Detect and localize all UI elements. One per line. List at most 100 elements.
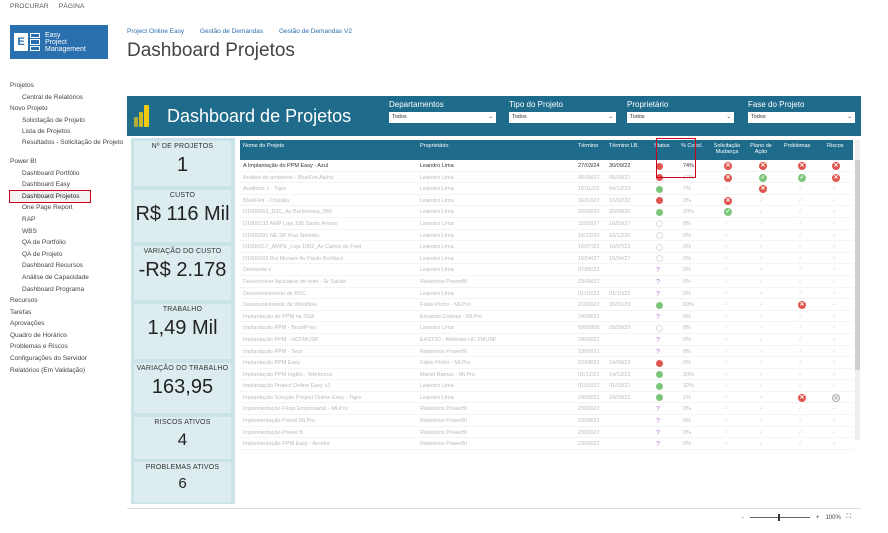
empty-check-icon: ✓ bbox=[724, 418, 730, 425]
nav-item[interactable]: Dashboard Easy bbox=[10, 179, 118, 191]
zoom-slider[interactable] bbox=[749, 514, 810, 521]
inactive-error-icon: ✕ bbox=[832, 393, 840, 402]
card-variacao-trabalho: VARIAÇÃO DO TRABALHO 163,95 bbox=[134, 363, 231, 413]
menu-procurar[interactable]: PROCURAR bbox=[10, 3, 49, 10]
table-row[interactable]: Implantação PPM Easy Fabio Pinho - MLPro 0… bbox=[240, 357, 853, 369]
status-unknown-icon: ? bbox=[656, 429, 660, 437]
cell-p: 1% bbox=[683, 394, 691, 401]
nav-item[interactable]: One Page Report bbox=[10, 202, 118, 214]
empty-check-icon: ✓ bbox=[832, 406, 838, 413]
column-header[interactable]: Término bbox=[578, 143, 598, 149]
empty-check-icon: ✓ bbox=[759, 360, 765, 367]
table-row[interactable]: Desenvolvimento de BSC Leandro Lima 01/10/… bbox=[240, 288, 853, 300]
breadcrumb-item[interactable]: Gestão de Demandas bbox=[200, 28, 263, 35]
table-row[interactable]: Implantação Project Online Easy v2 Leandr… bbox=[240, 380, 853, 392]
column-header[interactable]: Plano de Ação bbox=[750, 143, 772, 155]
fit-page-icon[interactable]: ⛶ bbox=[847, 514, 851, 521]
column-header[interactable]: Proprietário bbox=[420, 143, 448, 149]
table-row[interactable]: D1006133 AMP Loja 185 Santo Amaro Leandro… bbox=[240, 218, 853, 230]
filter-fase-projeto-dropdown[interactable]: Todos ⌄ bbox=[748, 112, 855, 123]
nav-item[interactable]: Solicitação de Projeto bbox=[10, 115, 118, 127]
cell-t: 07/06/22 bbox=[578, 267, 600, 274]
cell-n: Análise do ambiente - BlueFint Alpha bbox=[243, 174, 334, 181]
cell-o: Leandro Lima bbox=[420, 209, 454, 216]
table-row[interactable]: D1006053_DJC_Av Barbosnea_066 Leandro Lim… bbox=[240, 206, 853, 218]
nav-item[interactable]: Lista de Projetos bbox=[10, 126, 118, 138]
nav-item[interactable]: Dashboard Projetos bbox=[9, 189, 91, 204]
nav-item[interactable]: RAP bbox=[10, 214, 118, 226]
table-row[interactable]: Implementação Power B Relatórios PowerBI 2… bbox=[240, 427, 853, 439]
table-row[interactable]: Análise do ambiente - BlueFint Alpha Lean… bbox=[240, 172, 853, 184]
nav-item[interactable]: Projetos bbox=[10, 80, 118, 92]
nav-item[interactable]: Resultados - Solicitação de Projeto bbox=[10, 138, 123, 156]
table-row[interactable]: Implantação Solução Project Online Easy … bbox=[240, 392, 853, 404]
table-row[interactable]: Implantação PPM - Sesi Relatórios PowerBI… bbox=[240, 346, 853, 358]
logo-letter: E bbox=[14, 33, 28, 51]
easy-project-logo[interactable]: E Easy Project Management bbox=[10, 25, 108, 59]
column-header[interactable]: Solicitação Mudança bbox=[713, 143, 741, 155]
table-row[interactable]: Desenvolvimento de Workflow Fabio Pinho -… bbox=[240, 299, 853, 311]
table-row[interactable]: A Implantação do PPM Easy - Azul Leandro … bbox=[240, 160, 853, 172]
zoom-out-button[interactable]: - bbox=[742, 515, 744, 521]
empty-check-icon: ✓ bbox=[798, 313, 804, 320]
table-row[interactable]: D1006003 Rui Moraes Av Paulo Brolllard Le… bbox=[240, 253, 853, 265]
table-row[interactable]: Implantação PPM - BrasilPrev Leandro Lima… bbox=[240, 322, 853, 334]
nav-item[interactable]: QA de Projeto bbox=[10, 249, 118, 261]
nav-item[interactable]: Análise de Capacidade bbox=[10, 272, 118, 284]
cell-t: 23/09/22 bbox=[578, 278, 600, 285]
nav-item[interactable]: Power BI bbox=[10, 156, 118, 168]
table-row[interactable]: Desenvolver Aplicativo de rede - Sr Saúd… bbox=[240, 276, 853, 288]
nav-item[interactable]: Relatórios (Em Validação) bbox=[10, 365, 118, 377]
nav-item[interactable]: Configurações do Servidor bbox=[10, 353, 118, 365]
table-row[interactable]: Implementação Fluxo Empresarial - MLPro R… bbox=[240, 403, 853, 416]
nav-item[interactable]: Recursos bbox=[10, 295, 118, 307]
nav-item[interactable]: WBS bbox=[10, 226, 118, 238]
empty-check-icon: ✓ bbox=[832, 267, 838, 274]
table-row[interactable]: BlueFlint - Cristalia Leandro Lima 16/02/2… bbox=[240, 195, 853, 207]
table-scrollbar[interactable] bbox=[855, 140, 860, 440]
nav-item[interactable]: Tarefas bbox=[10, 307, 118, 319]
empty-check-icon: ✓ bbox=[759, 383, 765, 390]
table-row[interactable]: Auditoria 1 - Tigre Leandro Lima 16/11/23 0… bbox=[240, 183, 853, 195]
breadcrumb-item[interactable]: Gestão de Demandas V2 bbox=[279, 28, 352, 35]
nav-item[interactable]: QA de Portfólio bbox=[10, 237, 118, 249]
nav-item[interactable]: Novo Projeto bbox=[10, 103, 118, 115]
empty-check-icon: ✓ bbox=[724, 255, 730, 262]
table-row[interactable]: Implantação do PPM na SSA Eduardo Colares… bbox=[240, 311, 853, 323]
empty-check-icon: ✓ bbox=[798, 418, 804, 425]
breadcrumb-item[interactable]: Project Online Easy bbox=[127, 28, 184, 35]
cell-n: BlueFlint - Cristalia bbox=[243, 197, 290, 204]
table-row[interactable]: Implementação PPM Easy - Arcelor Relatóri… bbox=[240, 438, 853, 450]
nav-item[interactable]: Problemas e Riscos bbox=[10, 341, 118, 353]
cell-n: D1006017_AMPE_Loja 1002_Av Carlos de Fre… bbox=[243, 244, 362, 251]
column-header[interactable]: Término LB. bbox=[609, 143, 639, 149]
filter-departamentos-dropdown[interactable]: Todos ⌄ bbox=[389, 112, 496, 123]
empty-check-icon: ✓ bbox=[724, 186, 730, 193]
column-header[interactable]: Problemas bbox=[784, 143, 810, 149]
table-row[interactable]: D1005291 NE SP Rua Sinimbu Leandro Lima 16… bbox=[240, 230, 853, 242]
nav-item[interactable]: Aprovações bbox=[10, 318, 118, 330]
table-row[interactable]: Implementação Painel MLPro Relatórios Pow… bbox=[240, 415, 853, 427]
nav-item[interactable]: Dashboard Programa bbox=[10, 284, 118, 296]
empty-check-icon: ✓ bbox=[759, 313, 765, 320]
filter-tipo-projeto-dropdown[interactable]: Todos ⌄ bbox=[509, 112, 616, 123]
column-header[interactable]: Riscos bbox=[827, 143, 844, 149]
zoom-in-button[interactable]: + bbox=[816, 515, 820, 521]
nav-item[interactable]: Dashboard Portfólio bbox=[10, 168, 118, 180]
menu-pagina[interactable]: PÁGINA bbox=[59, 3, 85, 10]
nav-item[interactable]: Central de Relatórios bbox=[10, 92, 118, 104]
nav-item[interactable]: Quadro de Horários bbox=[10, 330, 118, 342]
table-row[interactable]: Demanda x Leandro Lima 07/06/22 0%? ✓ ✓ ✓ ✓ bbox=[240, 264, 853, 276]
column-header[interactable]: Nome do Projeto bbox=[243, 143, 284, 149]
filter-proprietario-dropdown[interactable]: Todos ⌄ bbox=[627, 112, 734, 123]
empty-check-icon: ✓ bbox=[798, 348, 804, 355]
table-row[interactable]: D1006017_AMPE_Loja 1002_Av Carlos de Fre… bbox=[240, 241, 853, 253]
chevron-down-icon: ⌄ bbox=[488, 114, 493, 120]
nav-item[interactable]: Dashboard Recursos bbox=[10, 260, 118, 272]
empty-check-icon: ✓ bbox=[798, 255, 804, 262]
table-row[interactable]: Implantação PPM Inglês - Telefonica Marie… bbox=[240, 369, 853, 381]
table-row[interactable]: Implantação PPM - HCFMUSP EASY20 - Ablima… bbox=[240, 334, 853, 346]
empty-check-icon: ✓ bbox=[724, 406, 730, 413]
cell-p: 7% bbox=[683, 186, 691, 193]
filter-fase-projeto: Fase do Projeto Todos ⌄ bbox=[748, 100, 855, 123]
